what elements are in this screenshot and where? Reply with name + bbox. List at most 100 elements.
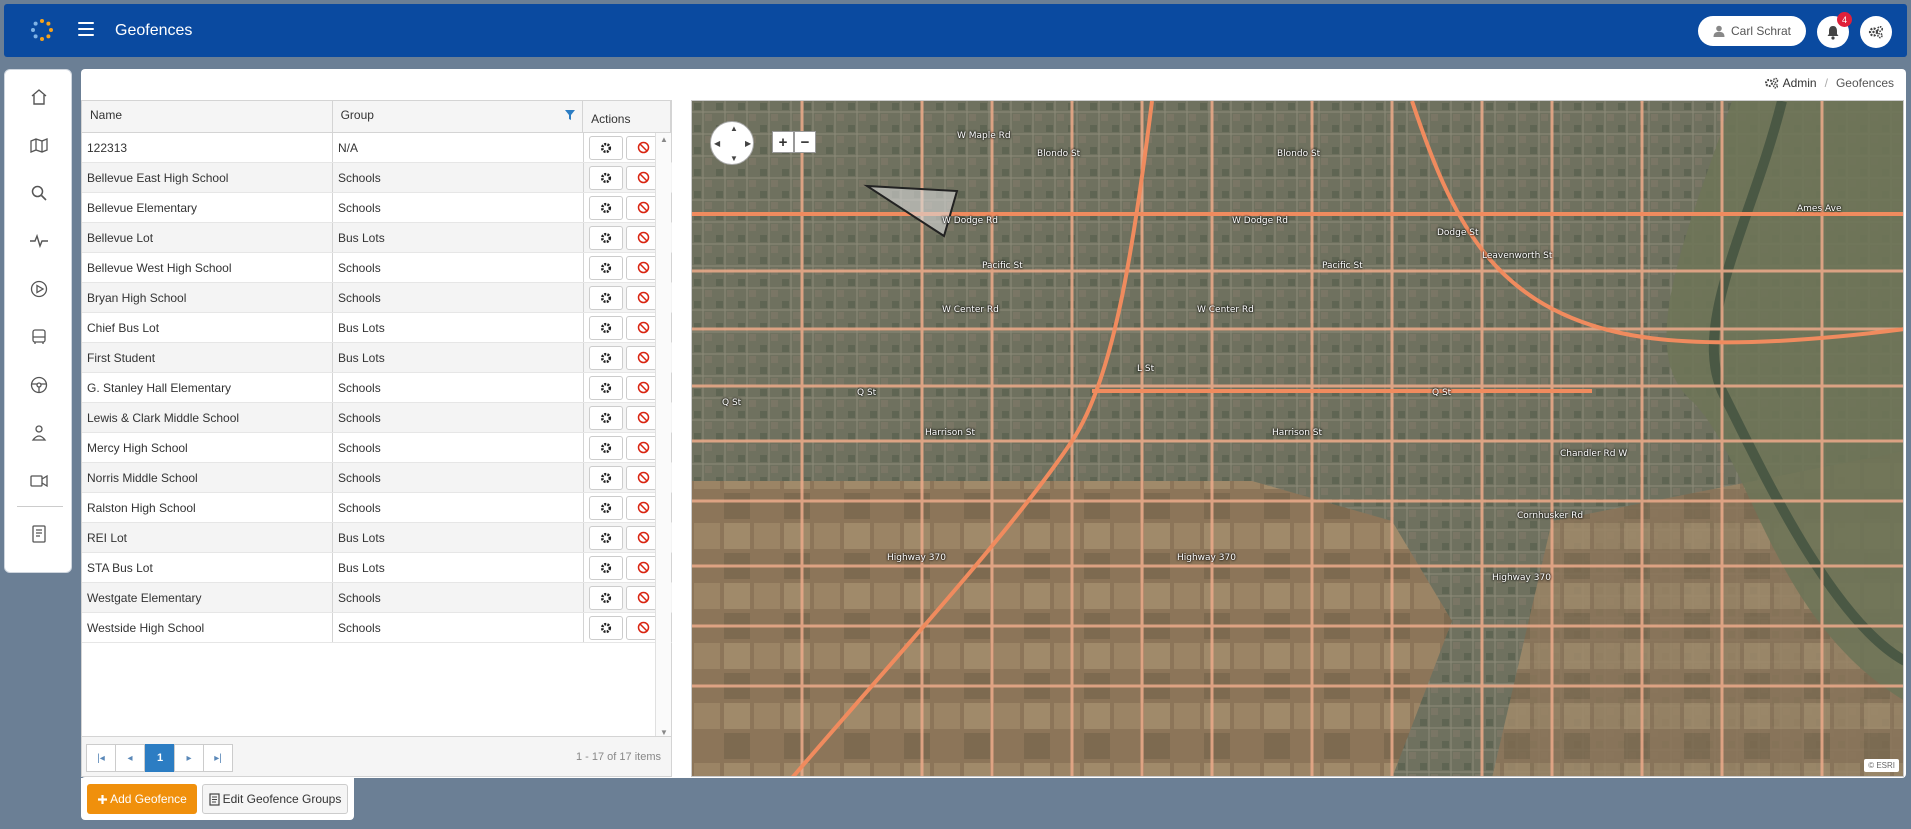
zoom-in-button[interactable]: + — [772, 131, 794, 153]
edit-geofence-button[interactable] — [589, 315, 623, 340]
geofence-name-cell: Bellevue West High School — [82, 253, 333, 282]
video-camera-icon[interactable] — [29, 471, 49, 491]
geofence-group-cell: Schools — [333, 193, 584, 222]
pan-up-icon[interactable]: ▲ — [730, 124, 738, 133]
map-view[interactable]: W Dodge Rd W Dodge Rd W Center Rd W Cent… — [691, 100, 1904, 777]
edit-geofence-button[interactable] — [589, 405, 623, 430]
table-row[interactable]: Westside High School Schools — [82, 613, 672, 643]
notifications-button[interactable]: 4 — [1817, 12, 1852, 48]
table-row[interactable]: First Student Bus Lots — [82, 343, 672, 373]
column-header-name[interactable]: Name — [82, 101, 333, 132]
edit-geofence-button[interactable] — [589, 375, 623, 400]
edit-geofence-button[interactable] — [589, 585, 623, 610]
table-row[interactable]: Lewis & Clark Middle School Schools — [82, 403, 672, 433]
edit-geofence-button[interactable] — [589, 225, 623, 250]
driver-icon[interactable] — [29, 423, 49, 443]
prev-page-button[interactable]: ◂ — [115, 744, 145, 772]
gear-icon — [600, 472, 612, 483]
gears-icon — [1868, 25, 1884, 39]
geofence-group-cell: Schools — [333, 403, 584, 432]
satellite-map[interactable] — [692, 101, 1904, 777]
bus-icon[interactable] — [29, 327, 49, 347]
map-label: Blondo St — [1277, 149, 1321, 159]
geofence-name-cell: STA Bus Lot — [82, 553, 333, 582]
edit-geofence-button[interactable] — [589, 615, 623, 640]
pager-info: 1 - 17 of 17 items — [576, 751, 661, 763]
breadcrumb: Admin / Geofences — [1764, 76, 1894, 90]
breadcrumb-admin-link[interactable]: Admin — [1764, 76, 1817, 90]
current-page-button[interactable]: 1 — [145, 744, 175, 772]
map-label: L St — [1137, 364, 1155, 374]
edit-geofence-button[interactable] — [589, 135, 623, 160]
map-zoom-control: + − — [772, 131, 816, 153]
scroll-up-arrow-icon[interactable]: ▲ — [660, 135, 668, 144]
map-label: Highway 370 — [1177, 553, 1236, 563]
table-row[interactable]: Mercy High School Schools — [82, 433, 672, 463]
geofence-group-cell: Bus Lots — [333, 343, 584, 372]
ban-icon — [637, 501, 649, 514]
activity-icon[interactable] — [29, 231, 49, 251]
add-geofence-button[interactable]: Add Geofence — [87, 784, 197, 814]
table-row[interactable]: Ralston High School Schools — [82, 493, 672, 523]
map-label: Harrison St — [925, 428, 976, 438]
geofence-name-cell: Westgate Elementary — [82, 583, 333, 612]
gear-icon — [600, 442, 612, 453]
grid-scrollbar[interactable]: ▲ ▼ — [655, 133, 671, 739]
edit-geofence-button[interactable] — [589, 195, 623, 220]
map-icon[interactable] — [29, 135, 49, 155]
home-icon[interactable] — [29, 87, 49, 107]
edit-geofence-groups-button[interactable]: Edit Geofence Groups — [202, 784, 348, 814]
table-row[interactable]: Chief Bus Lot Bus Lots — [82, 313, 672, 343]
table-row[interactable]: G. Stanley Hall Elementary Schools — [82, 373, 672, 403]
geofence-name-cell: 122313 — [82, 133, 333, 162]
edit-geofence-button[interactable] — [589, 345, 623, 370]
user-menu-button[interactable]: Carl Schrat — [1698, 16, 1806, 46]
gear-icon — [600, 142, 612, 153]
table-row[interactable]: REI Lot Bus Lots — [82, 523, 672, 553]
nav-divider — [17, 506, 63, 507]
table-row[interactable]: Norris Middle School Schools — [82, 463, 672, 493]
edit-geofence-button[interactable] — [589, 435, 623, 460]
edit-geofence-button[interactable] — [589, 495, 623, 520]
table-row[interactable]: Bellevue West High School Schools — [82, 253, 672, 283]
table-row[interactable]: Bellevue Elementary Schools — [82, 193, 672, 223]
app-logo-icon[interactable] — [30, 18, 54, 42]
table-row[interactable]: Bellevue East High School Schools — [82, 163, 672, 193]
filter-icon[interactable] — [564, 109, 576, 121]
table-row[interactable]: Bryan High School Schools — [82, 283, 672, 313]
column-header-group[interactable]: Group — [333, 101, 584, 132]
gear-icon — [600, 532, 612, 543]
settings-button[interactable] — [1860, 16, 1892, 48]
pan-right-icon[interactable]: ▶ — [745, 139, 751, 148]
geofence-group-cell: Schools — [333, 283, 584, 312]
edit-geofence-button[interactable] — [589, 465, 623, 490]
geofence-name-cell: G. Stanley Hall Elementary — [82, 373, 333, 402]
play-icon[interactable] — [29, 279, 49, 299]
next-page-button[interactable]: ▸ — [174, 744, 204, 772]
report-icon[interactable] — [29, 524, 49, 544]
first-page-button[interactable]: |◂ — [86, 744, 116, 772]
edit-geofence-button[interactable] — [589, 285, 623, 310]
edit-geofence-button[interactable] — [589, 555, 623, 580]
geofence-name-cell: Westside High School — [82, 613, 333, 642]
edit-geofence-button[interactable] — [589, 525, 623, 550]
steering-wheel-icon[interactable] — [29, 375, 49, 395]
table-row[interactable]: STA Bus Lot Bus Lots — [82, 553, 672, 583]
search-icon[interactable] — [29, 183, 49, 203]
zoom-out-button[interactable]: − — [794, 131, 816, 153]
table-row[interactable]: 122313 N/A — [82, 133, 672, 163]
menu-toggle-button[interactable] — [78, 22, 94, 38]
last-page-button[interactable]: ▸| — [203, 744, 233, 772]
edit-geofence-groups-label: Edit Geofence Groups — [222, 792, 342, 806]
pan-down-icon[interactable]: ▼ — [730, 154, 738, 163]
map-label: Chandler Rd W — [1560, 449, 1628, 459]
edit-geofence-button[interactable] — [589, 165, 623, 190]
table-row[interactable]: Bellevue Lot Bus Lots — [82, 223, 672, 253]
gear-icon — [600, 592, 612, 603]
map-pan-control[interactable]: ▲ ▼ ◀ ▶ — [710, 121, 754, 165]
breadcrumb-separator: / — [1824, 76, 1828, 90]
geofence-group-cell: Schools — [333, 583, 584, 612]
pan-left-icon[interactable]: ◀ — [714, 139, 720, 148]
table-row[interactable]: Westgate Elementary Schools — [82, 583, 672, 613]
edit-geofence-button[interactable] — [589, 255, 623, 280]
